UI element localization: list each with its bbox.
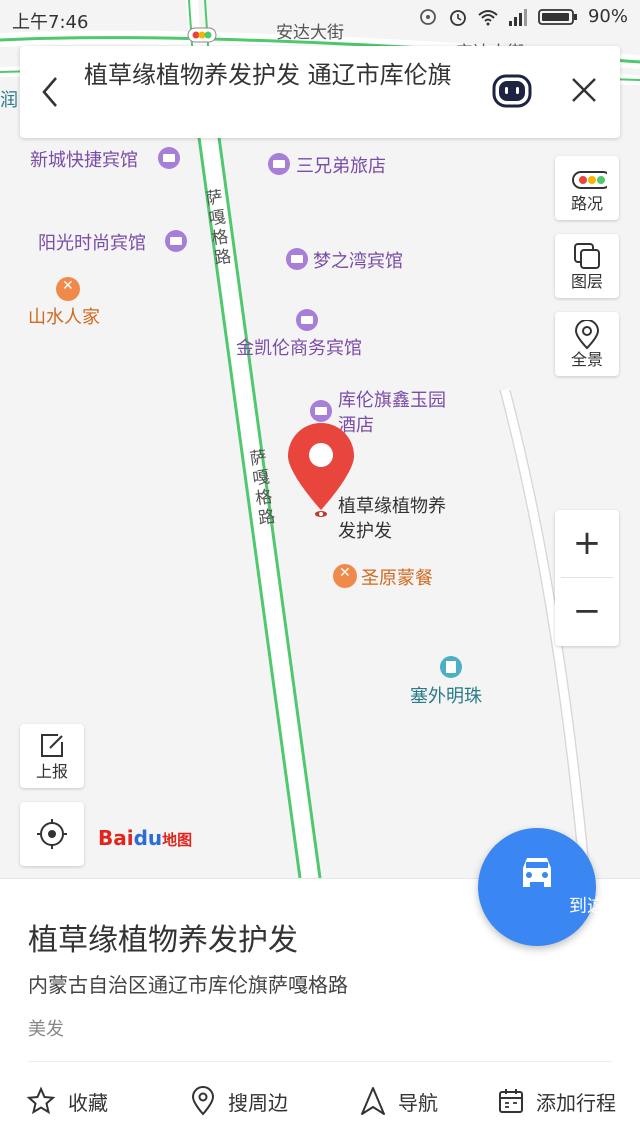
panorama-label: 全景 [570, 350, 603, 369]
hotel-icon [268, 153, 290, 175]
hotspot-icon [420, 8, 436, 25]
poi-mengzhiwan[interactable]: 梦之湾宾馆 [313, 247, 403, 273]
navigate-button[interactable]: 导航 [360, 1081, 438, 1121]
panorama-button[interactable]: 全景 [555, 312, 619, 376]
search-query[interactable]: 植草缘植物养发护发 通辽市库伦旗 [84, 58, 494, 92]
layers-icon [574, 243, 600, 269]
battery-icon [538, 8, 577, 25]
baidu-logo: Baidu地图 [98, 826, 193, 850]
edge-label: 润 [0, 90, 18, 111]
poi-yangguang-hotel[interactable]: 阳光时尚宾馆 [38, 229, 146, 255]
zoom-out-button[interactable]: − [555, 578, 619, 644]
zoom-in-button[interactable]: + [555, 510, 619, 576]
poi-target-label: 植草缘植物养 发护发 [338, 496, 446, 542]
report-button[interactable]: 上报 [20, 724, 84, 788]
car-icon [523, 858, 551, 887]
navigate-arrow-icon [361, 1087, 385, 1115]
map-view[interactable]: 安达大街 安达大街 润 萨嘎格路 萨嘎格路 新城快捷宾馆 三兄弟旅店 阳光时尚宾… [0, 0, 640, 878]
poi-sanxiongdi[interactable]: 三兄弟旅店 [296, 152, 386, 178]
close-icon[interactable] [568, 74, 600, 106]
traffic-button[interactable]: 路况 [555, 156, 619, 220]
calendar-icon [499, 1089, 523, 1113]
signal-icon [508, 8, 527, 26]
poi-jinkailun[interactable]: 金凯伦商务宾馆 [236, 334, 362, 360]
battery-level: 90% [587, 6, 628, 27]
back-icon[interactable] [36, 72, 66, 112]
favorite-label: 收藏 [68, 1090, 108, 1115]
poi-saiwai[interactable]: 塞外明珠 [410, 682, 482, 708]
layers-label: 图层 [570, 272, 603, 291]
traffic-label: 路况 [570, 194, 603, 213]
voice-assistant-icon[interactable] [490, 72, 534, 110]
nearby-label: 搜周边 [228, 1090, 288, 1115]
navigate-label: 导航 [398, 1090, 438, 1115]
nearby-pin-icon [191, 1086, 215, 1116]
search-card[interactable]: 植草缘植物养发护发 通辽市库伦旗 [20, 46, 620, 138]
poi-shanshui[interactable]: 山水人家 [28, 303, 100, 329]
add-trip-button[interactable]: 添加行程 [498, 1081, 616, 1121]
restaurant-icon [333, 564, 357, 588]
edit-icon [41, 734, 63, 757]
divider [28, 1061, 612, 1062]
layers-button[interactable]: 图层 [555, 234, 619, 298]
hotel-icon [158, 147, 180, 169]
zoom-control: + − [555, 510, 619, 646]
poi-shengyuan[interactable]: 圣原蒙餐 [361, 564, 433, 590]
locate-icon [37, 819, 67, 849]
star-icon [26, 1086, 56, 1115]
locate-button[interactable] [20, 802, 84, 866]
nearby-button[interactable]: 搜周边 [190, 1081, 288, 1121]
restaurant-icon [56, 277, 80, 301]
favorite-button[interactable]: 收藏 [26, 1081, 108, 1121]
building-icon [440, 656, 462, 678]
poi-xincheng-hotel[interactable]: 新城快捷宾馆 [30, 146, 138, 172]
place-name: 植草缘植物养发护发 [28, 923, 298, 958]
hotel-icon [165, 230, 187, 252]
wifi-icon [478, 9, 498, 25]
hotel-icon [310, 400, 332, 422]
hotel-icon [286, 248, 308, 270]
go-there-button[interactable]: 到这去 [478, 828, 623, 946]
place-address: 内蒙古自治区通辽市库伦旗萨嘎格路 [28, 973, 348, 997]
status-time: 上午7:46 [12, 12, 89, 33]
hotel-icon [296, 309, 318, 331]
action-bar: 收藏 搜周边 导航 添加行程 [0, 1081, 640, 1121]
place-category: 美发 [28, 1019, 64, 1040]
alarm-icon [450, 9, 466, 26]
report-label: 上报 [35, 762, 68, 781]
add-trip-label: 添加行程 [536, 1090, 616, 1115]
go-there-label: 到这去 [569, 896, 623, 917]
traffic-light-icon [572, 171, 607, 189]
status-bar: 上午7:46 90% [0, 0, 640, 38]
